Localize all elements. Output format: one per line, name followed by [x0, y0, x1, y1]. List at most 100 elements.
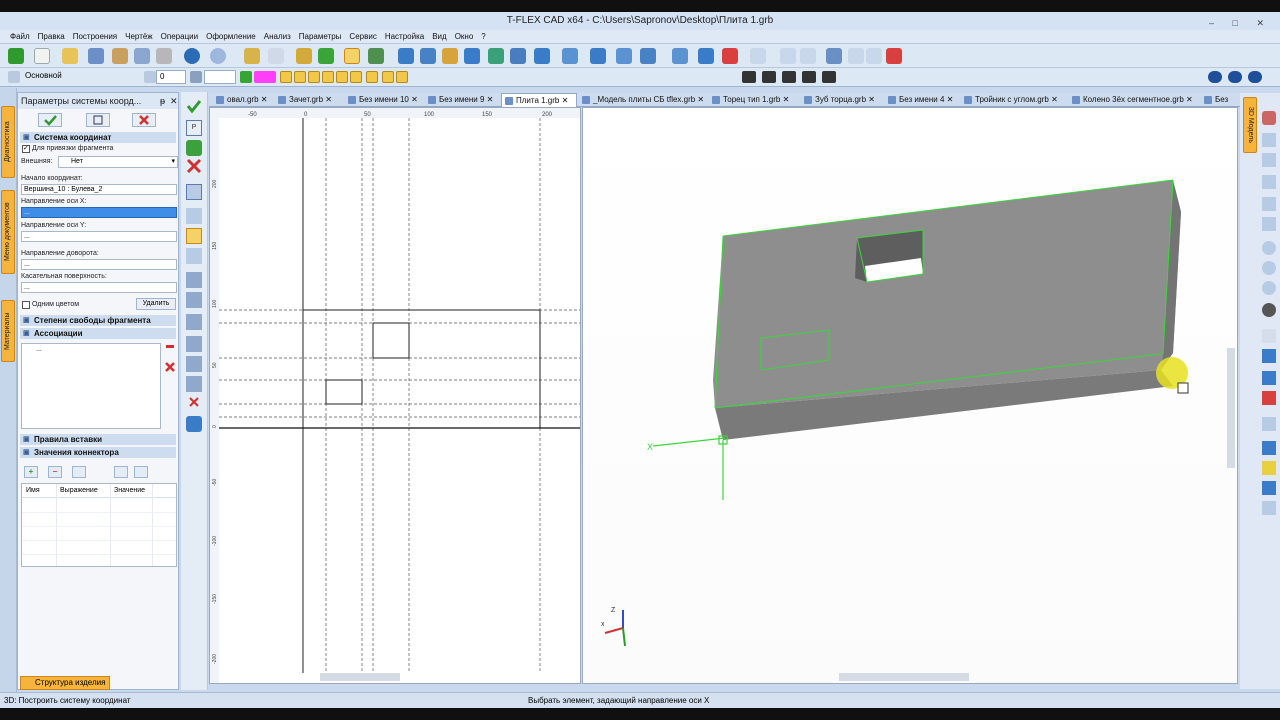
tab-bez[interactable]: Без — [1201, 93, 1237, 107]
add-row-button[interactable]: + — [24, 466, 38, 478]
rotate-icon[interactable] — [510, 48, 526, 64]
shading-icon[interactable] — [1262, 481, 1276, 495]
stop-icon[interactable] — [722, 48, 738, 64]
open-folder-icon[interactable] — [62, 48, 78, 64]
preview-button[interactable] — [86, 113, 110, 127]
tab-plita-1[interactable]: Плита 1.grb ✕ — [501, 93, 577, 107]
chamfer-icon[interactable] — [616, 48, 632, 64]
render-icon[interactable] — [1262, 461, 1276, 475]
select-icon[interactable] — [268, 48, 284, 64]
horizontal-scrollbar-3d[interactable] — [839, 673, 969, 681]
maximize-button[interactable]: □ — [1233, 18, 1246, 28]
orbit-icon[interactable] — [1262, 303, 1276, 317]
close-window-button[interactable]: ✕ — [1256, 18, 1272, 28]
menu-constructions[interactable]: Построения — [69, 30, 121, 44]
render-1-icon[interactable] — [1208, 71, 1222, 83]
zoom-out-icon[interactable] — [1262, 281, 1276, 295]
menu-parameters[interactable]: Параметры — [295, 30, 346, 44]
one-color-checkbox[interactable] — [22, 301, 30, 309]
zoom-1-icon[interactable] — [1262, 175, 1276, 189]
frame-icon[interactable] — [1262, 501, 1276, 515]
tab-zachet[interactable]: Зачет.grb ✕ — [275, 93, 345, 107]
dof-icon[interactable] — [186, 356, 202, 372]
tool-d-icon[interactable] — [866, 48, 882, 64]
apply-icon[interactable] — [186, 140, 202, 156]
zoom-2-icon[interactable] — [1262, 197, 1276, 211]
section-icon[interactable] — [1262, 417, 1276, 431]
tool-b-icon[interactable] — [800, 48, 816, 64]
tab-unnamed-4[interactable]: Без имени 4 ✕ — [885, 93, 961, 107]
x-direction-field[interactable]: ... — [21, 207, 177, 218]
color-swatch[interactable] — [254, 71, 276, 83]
cancel-command-icon[interactable] — [186, 158, 202, 174]
tab-diagnostics[interactable]: Диагностика — [1, 106, 15, 178]
menu-operations[interactable]: Операции — [157, 30, 202, 44]
face-tool-icon[interactable] — [762, 71, 776, 83]
remove-row-button[interactable]: – — [48, 466, 62, 478]
drawing-canvas[interactable]: -50 0 50 100 150 200 200 150 100 50 0 -5… — [210, 108, 580, 683]
plate-front-face[interactable] — [713, 180, 1181, 408]
part-outline[interactable] — [302, 118, 541, 673]
tangent-surface-field[interactable]: ... — [21, 282, 177, 293]
filter-9-icon[interactable] — [396, 71, 408, 83]
operation-3-icon[interactable] — [442, 48, 458, 64]
table-settings-button[interactable] — [72, 466, 86, 478]
connector-icon[interactable] — [186, 376, 202, 392]
tab-documents-menu[interactable]: Меню документов — [1, 190, 15, 274]
style-field[interactable]: Основной — [22, 70, 140, 84]
minimize-button[interactable]: – — [1209, 18, 1222, 28]
model-3d-view[interactable]: X Z x — [582, 107, 1238, 684]
level-icon[interactable] — [190, 71, 202, 83]
section-connector-values[interactable]: Значения коннектора — [20, 447, 176, 458]
section-coordinate-system[interactable]: Система координат — [20, 132, 176, 143]
boolean-icon[interactable] — [562, 48, 578, 64]
delete-button[interactable]: Удалить — [136, 298, 176, 310]
tool-c-icon[interactable] — [848, 48, 864, 64]
menu-edit[interactable]: Правка — [34, 30, 69, 44]
search-icon[interactable] — [1262, 241, 1276, 255]
save-icon[interactable] — [88, 48, 104, 64]
fillet-icon[interactable] — [590, 48, 606, 64]
tab-zub-tortsa[interactable]: Зуб торца.grb ✕ — [801, 93, 883, 107]
pencil-icon[interactable] — [244, 48, 260, 64]
tab-troynik[interactable]: Тройник с углом.grb ✕ — [961, 93, 1061, 107]
external-select[interactable]: Нет ▾ — [58, 156, 178, 168]
render-2-icon[interactable] — [1228, 71, 1242, 83]
zoom-3-icon[interactable] — [1262, 217, 1276, 231]
menu-service[interactable]: Сервис — [345, 30, 380, 44]
menu-window[interactable]: Окно — [451, 30, 478, 44]
fragment-checkbox[interactable]: ✓ — [22, 145, 30, 153]
check-icon[interactable] — [1262, 391, 1276, 405]
operation-2-icon[interactable] — [420, 48, 436, 64]
filter-4-icon[interactable] — [322, 71, 334, 83]
copy-icon[interactable] — [134, 48, 150, 64]
associations-list[interactable]: ... — [21, 343, 161, 429]
section-dof[interactable]: Степени свободы фрагмента — [20, 315, 176, 326]
level-field[interactable] — [204, 70, 236, 84]
tab-model-plity[interactable]: _Модель плиты СБ tflex.grb ✕ — [579, 93, 707, 107]
extrude-icon[interactable] — [488, 48, 504, 64]
tab-koleno[interactable]: Колено 3ёх сегментное.grb ✕ — [1069, 93, 1199, 107]
ok-button[interactable] — [38, 113, 62, 127]
horizontal-scrollbar[interactable] — [320, 673, 400, 681]
magnet-icon[interactable] — [1262, 111, 1276, 125]
snap-icon[interactable] — [318, 48, 334, 64]
undo-icon[interactable] — [184, 48, 200, 64]
print-icon[interactable] — [156, 48, 172, 64]
remove-icon[interactable] — [166, 345, 174, 348]
menu-help[interactable]: ? — [477, 30, 489, 44]
cancel-button[interactable] — [132, 113, 156, 127]
filter-1-icon[interactable] — [280, 71, 292, 83]
cut-icon[interactable] — [112, 48, 128, 64]
view-1-icon[interactable] — [1262, 133, 1276, 147]
zoom-in-icon[interactable] — [1262, 261, 1276, 275]
surface-icon[interactable] — [186, 314, 202, 330]
tab-torets[interactable]: Торец тип 1.grb ✕ — [709, 93, 799, 107]
clear-icon[interactable] — [186, 394, 202, 410]
tab-product-structure[interactable]: Структура изделия — [20, 676, 110, 690]
y-direction-field[interactable]: ... — [21, 231, 177, 242]
vertical-scrollbar-3d[interactable] — [1227, 348, 1235, 468]
zoom-window-icon[interactable] — [780, 48, 796, 64]
turn-icon[interactable] — [186, 292, 202, 308]
mirror-icon[interactable] — [698, 48, 714, 64]
